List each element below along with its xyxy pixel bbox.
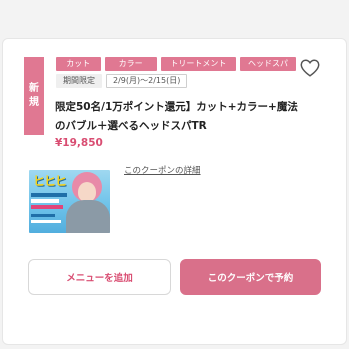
tag-cut: カット (56, 57, 101, 71)
period-row: 期間限定 2/9(月)〜2/15(日) (56, 74, 296, 88)
new-badge: 新 規 (24, 57, 44, 135)
coupon-tags: カット カラー トリートメント ヘッドスパ 期間限定 2/9(月)〜2/15(日… (56, 57, 296, 91)
image-text-line (31, 214, 55, 217)
image-text-line (31, 220, 61, 223)
image-text-line (31, 193, 67, 197)
period-dates: 2/9(月)〜2/15(日) (106, 74, 188, 88)
coupon-detail-link[interactable]: このクーポンの詳細 (124, 164, 201, 176)
image-headline: ヒヒヒ (33, 174, 67, 188)
add-menu-button[interactable]: メニューを追加 (28, 259, 171, 295)
period-label: 期間限定 (56, 74, 102, 88)
tag-color: カラー (104, 57, 157, 71)
coupon-image: ヒヒヒ (29, 170, 110, 233)
new-badge-char-1: 新 (29, 83, 39, 94)
favorite-heart-icon[interactable] (299, 57, 321, 79)
coupon-price: ¥19,850 (55, 137, 103, 149)
model-body (66, 200, 110, 233)
tag-headspa: ヘッドスパ (239, 57, 296, 71)
coupon-title: 限定50名/1万ポイント還元】カット+カラー+魔法のバブル＋選べるヘッドスパTR (55, 101, 298, 132)
reserve-with-coupon-button[interactable]: このクーポンで予約 (180, 259, 321, 295)
menu-tag-row: カット カラー トリートメント ヘッドスパ (56, 57, 296, 71)
image-text-line (31, 205, 63, 209)
tag-treatment: トリートメント (160, 57, 236, 71)
new-badge-char-2: 規 (29, 97, 39, 108)
model-face (78, 182, 96, 202)
image-text-line (31, 199, 59, 203)
